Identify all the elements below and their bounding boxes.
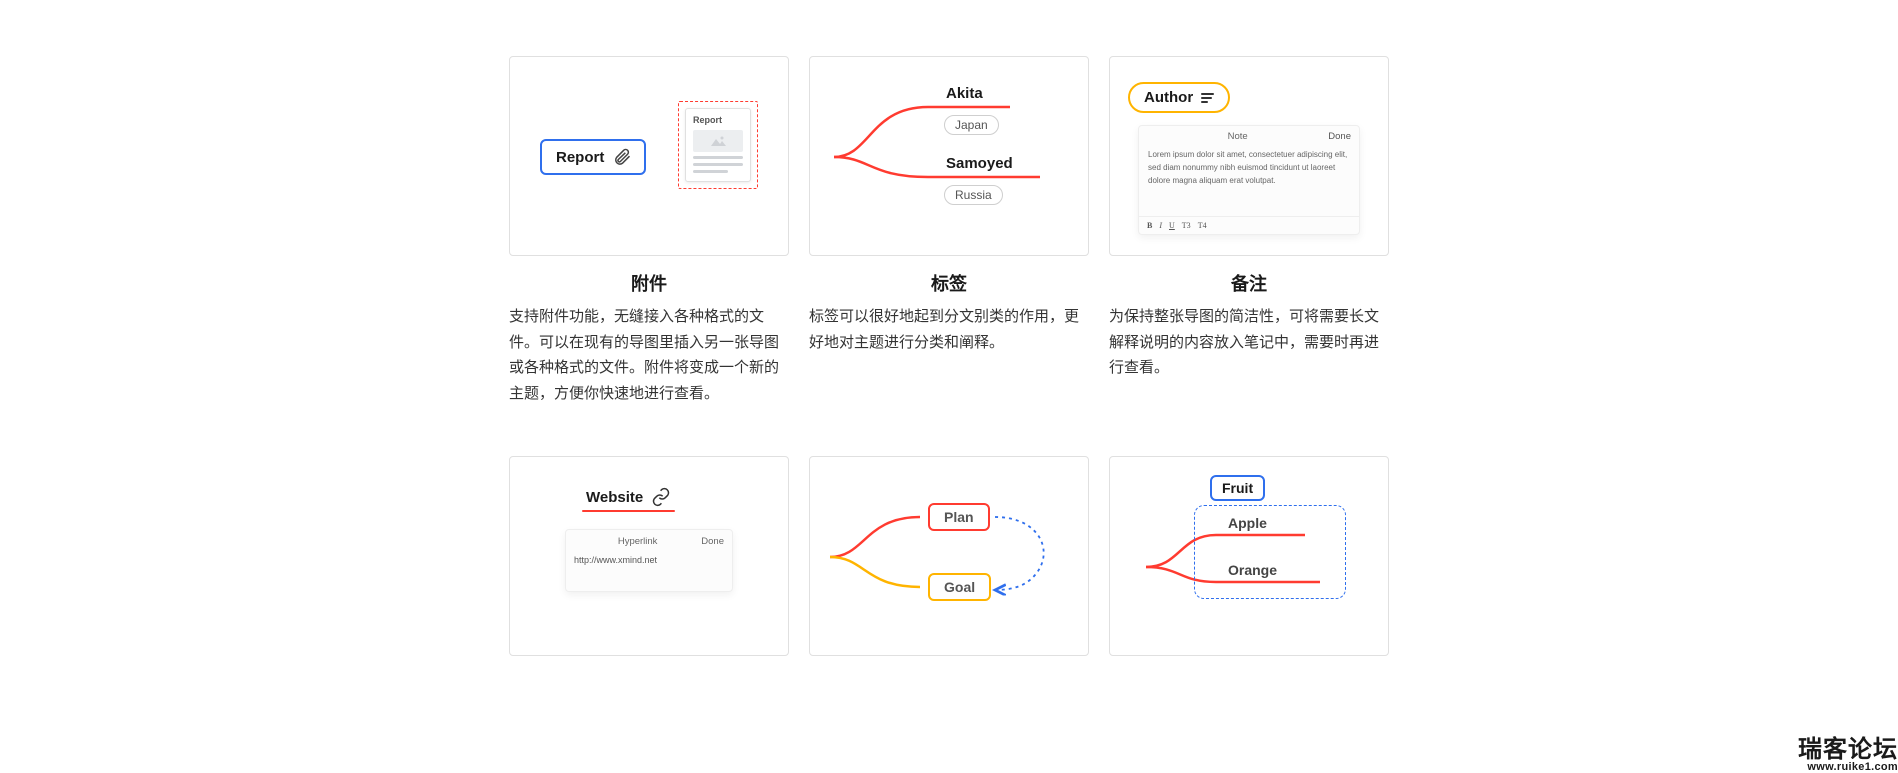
panel-title: Note — [1147, 131, 1328, 142]
feature-relationship: Plan Goal — [809, 456, 1089, 656]
feature-title: 备注 — [1231, 270, 1267, 296]
feature-card: Report Report — [509, 56, 789, 256]
panel-title: Hyperlink — [574, 536, 701, 547]
underline-icon: U — [1169, 221, 1175, 230]
bold-icon: B — [1147, 221, 1152, 230]
document-thumbnail — [693, 130, 743, 152]
format-icon: T3 — [1182, 221, 1191, 230]
chip-label: Website — [586, 489, 643, 506]
panel-done: Done — [701, 536, 724, 547]
branch-label: Akita — [946, 85, 983, 102]
feature-desc: 支持附件功能，无缝接入各种格式的文件。可以在现有的导图里插入另一张导图或各种格式… — [509, 304, 789, 406]
mindmap-node: Report — [540, 139, 646, 175]
document-preview: Report — [685, 108, 751, 182]
attachment-selection: Report — [678, 101, 758, 189]
note-icon — [1201, 93, 1214, 103]
tag: Russia — [944, 185, 1003, 205]
hyperlink-panel: Hyperlink Done http://www.xmind.net — [565, 529, 733, 592]
feature-title: 附件 — [631, 270, 667, 296]
document-lines — [693, 156, 743, 173]
note-chip: Author — [1128, 82, 1230, 113]
feature-note: Author Note Done Lorem ipsum dolor sit a… — [1109, 56, 1389, 406]
boundary-root: Fruit — [1210, 475, 1265, 501]
link-icon — [651, 487, 671, 507]
panel-body: Lorem ipsum dolor sit amet, consectetuer… — [1139, 147, 1359, 216]
note-panel: Note Done Lorem ipsum dolor sit amet, co… — [1138, 125, 1360, 235]
image-icon — [709, 134, 727, 148]
watermark: 瑞客论坛 www.ruike1.com — [1798, 738, 1898, 773]
node-label: Report — [556, 149, 604, 166]
italic-icon: I — [1159, 221, 1162, 230]
feature-label: Akita Japan Samoyed Russia 标签 标签可以很好地起到分… — [809, 56, 1089, 406]
paperclip-icon — [612, 147, 632, 167]
feature-card: Author Note Done Lorem ipsum dolor sit a… — [1109, 56, 1389, 256]
chip-label: Author — [1144, 89, 1193, 106]
feature-card: Website Hyperlink Done http://www.xmind.… — [509, 456, 789, 656]
feature-attachment: Report Report — [509, 56, 789, 406]
branch-label: Samoyed — [946, 155, 1013, 172]
url-text: http://www.xmind.net — [574, 555, 724, 565]
feature-title: 标签 — [931, 270, 967, 296]
feature-desc: 标签可以很好地起到分文别类的作用，更好地对主题进行分类和阐释。 — [809, 304, 1089, 355]
feature-card: Akita Japan Samoyed Russia — [809, 56, 1089, 256]
boundary-box — [1194, 505, 1346, 599]
panel-done: Done — [1328, 131, 1351, 142]
watermark-url: www.ruike1.com — [1798, 762, 1898, 773]
relationship-graphic — [810, 457, 1089, 656]
feature-card: Fruit Apple Orange — [1109, 456, 1389, 656]
document-title: Report — [693, 115, 743, 125]
feature-desc: 为保持整张导图的简洁性，可将需要长文解释说明的内容放入笔记中，需要时再进行查看。 — [1109, 304, 1389, 381]
tag: Japan — [944, 115, 999, 135]
website-chip: Website — [586, 487, 671, 507]
branch-label: Orange — [1228, 562, 1277, 578]
format-icon: T4 — [1198, 221, 1207, 230]
panel-toolbar: B I U T3 T4 — [1139, 216, 1359, 234]
branch-label: Apple — [1228, 515, 1267, 531]
feature-boundary: Fruit Apple Orange — [1109, 456, 1389, 656]
feature-hyperlink: Website Hyperlink Done http://www.xmind.… — [509, 456, 789, 656]
feature-card: Plan Goal — [809, 456, 1089, 656]
node-plan: Plan — [928, 503, 990, 531]
node-goal: Goal — [928, 573, 991, 601]
watermark-title: 瑞客论坛 — [1798, 738, 1898, 762]
